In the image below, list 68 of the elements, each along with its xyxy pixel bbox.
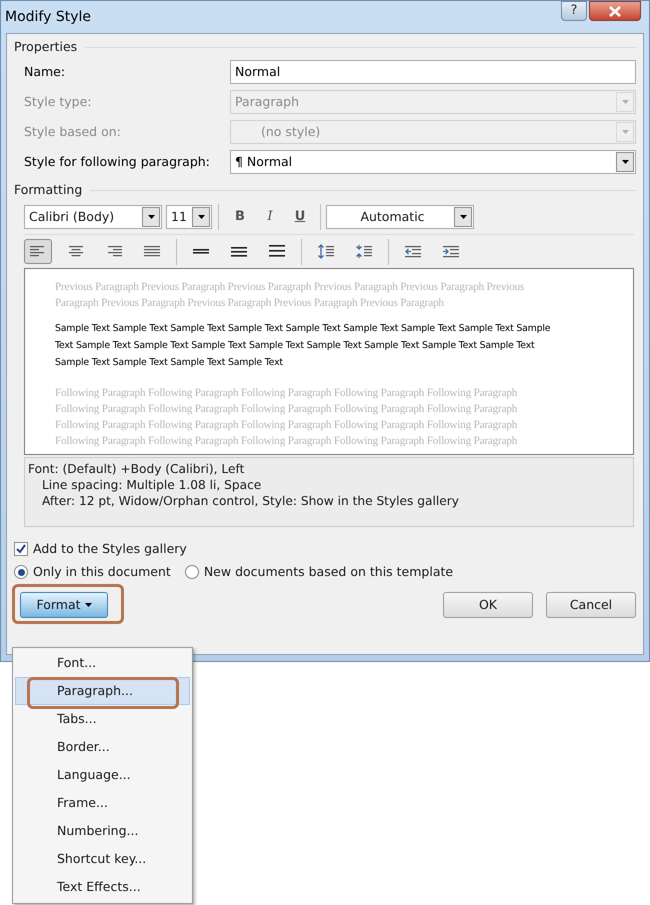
align-center-icon [68, 244, 84, 259]
menu-item[interactable]: Numbering... [15, 817, 190, 845]
dropdown-field: Paragraph [230, 90, 636, 114]
preview-text-line: Paragraph Previous Paragraph Previous Paragraph Previous Paragraph Previous Paragraph [55, 296, 445, 311]
double-spacing-icon [269, 244, 285, 259]
preview-text-line: Following Paragraph Following Paragraph Following Paragraph Following Paragraph Following Paragraph [55, 434, 518, 449]
close-button[interactable] [589, 1, 641, 21]
help-button[interactable]: ? [561, 1, 587, 21]
preview-text-line: Previous Paragraph Previous Paragraph Previous Paragraph Previous Paragraph Previous Paragraph Previous [55, 280, 526, 295]
window-title: Modify Style [5, 8, 92, 26]
checkbox-label: Add to the Styles gallery [33, 540, 187, 558]
field-label: Style for following paragraph: [24, 152, 211, 171]
description-text: Font: (Default) +Body (Calibri), Left [28, 461, 246, 477]
input-field[interactable]: Normal [230, 60, 636, 84]
bold-button[interactable]: B [225, 205, 255, 229]
italic-button[interactable]: I [255, 205, 285, 229]
menu-item[interactable]: Border... [15, 733, 190, 761]
group-heading: Properties [14, 38, 78, 56]
justify-icon [144, 244, 160, 259]
checkmark-icon [16, 544, 26, 554]
font-size-dropdown[interactable]: 11 [166, 205, 212, 229]
description-text: After: 12 pt, Widow/Orphan control, Style: Show in the Styles gallery [41, 493, 460, 509]
preview-text-line: Sample Text Sample Text Sample Text Sample Text Sample Text Sample Text Sample Text Sample Text Sample [55, 322, 552, 336]
color-dropdown[interactable]: Automatic [326, 205, 474, 229]
dropdown-arrow-icon [198, 215, 204, 219]
dialog-button[interactable]: Cancel [546, 592, 636, 618]
close-icon [609, 6, 621, 16]
align-right-icon [106, 244, 122, 259]
menu-item[interactable]: Shortcut key... [15, 845, 190, 873]
spacing-decrease-icon [356, 244, 372, 259]
preview-text-line: Following Paragraph Following Paragraph Following Paragraph Following Paragraph Following Paragraph [55, 402, 518, 417]
underline-button[interactable]: U [285, 205, 315, 229]
radio-label: New documents based on this template [204, 562, 454, 581]
field-label: Name: [24, 62, 66, 81]
description-text: Line spacing: Multiple 1.08 li, Space [41, 477, 262, 493]
dropdown-field: (no style) [230, 120, 636, 144]
dropdown-arrow-icon [622, 160, 628, 164]
menu-item[interactable]: Tabs... [15, 705, 190, 733]
align-left-icon [30, 244, 46, 259]
group-heading: Formatting [14, 180, 82, 199]
dropdown-arrow-icon [460, 215, 466, 219]
dropdown-arrow-icon [622, 130, 628, 134]
caret-icon [84, 603, 92, 607]
dropdown-arrow-icon [148, 215, 154, 219]
menu-item[interactable]: Frame... [15, 789, 190, 817]
preview-text-line: Following Paragraph Following Paragraph Following Paragraph Following Paragraph Following Paragraph [55, 418, 518, 433]
preview-text-line: Sample Text Sample Text Sample Text Sample Text [55, 356, 284, 370]
one-half-spacing-icon [231, 244, 247, 259]
radio-button[interactable] [14, 565, 28, 579]
increase-indent-icon [443, 244, 459, 259]
dropdown-field[interactable]: ¶ Normal [230, 150, 636, 174]
format-button[interactable]: Format [20, 592, 108, 618]
radio-button[interactable] [184, 565, 199, 579]
field-label: Style type: [24, 92, 93, 111]
checkbox[interactable] [14, 542, 28, 556]
dropdown-arrow-icon [622, 100, 628, 104]
radio-label: Only in this document [33, 562, 171, 581]
preview-text-line: Following Paragraph Following Paragraph Following Paragraph Following Paragraph Following Paragraph [55, 386, 518, 401]
spacing-increase-icon [318, 244, 334, 259]
decrease-indent-icon [405, 244, 421, 259]
align-left-button[interactable] [24, 239, 52, 264]
menu-item[interactable]: Text Effects... [15, 873, 190, 901]
font-dropdown[interactable]: Calibri (Body) [24, 205, 162, 229]
field-label: Style based on: [24, 122, 122, 141]
menu-item[interactable]: Language... [15, 761, 190, 789]
dialog-button[interactable]: OK [443, 592, 533, 618]
menu-item[interactable]: Font... [15, 649, 190, 677]
preview-text-line: Text Sample Text Sample Text Sample Text Sample Text Sample Text Sample Text Sample Text Sample Text [55, 339, 536, 353]
